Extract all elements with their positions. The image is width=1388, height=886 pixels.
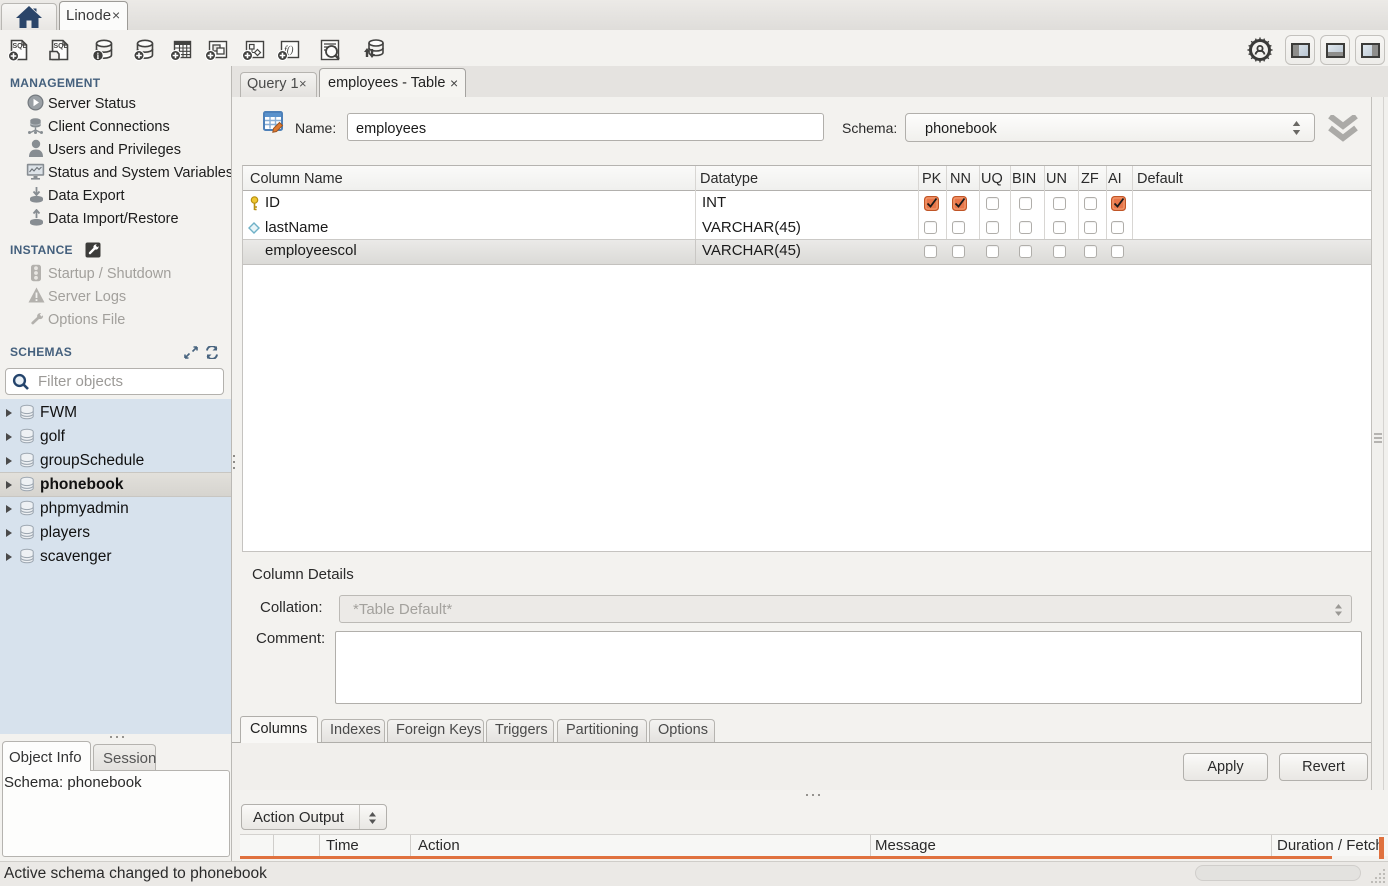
svg-text:SQL: SQL	[13, 43, 28, 50]
svg-text:SQL: SQL	[54, 43, 69, 50]
